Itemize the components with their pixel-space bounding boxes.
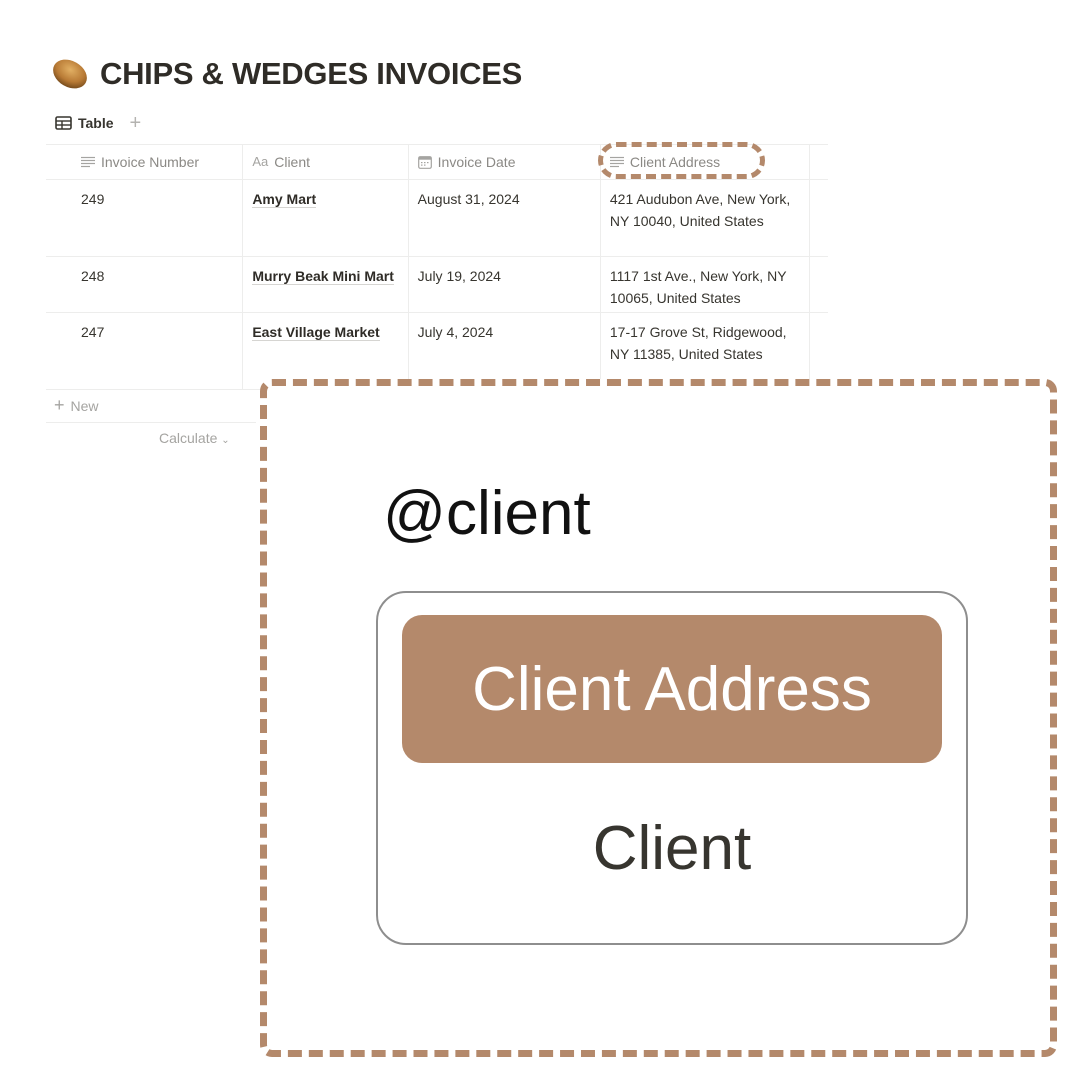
cell-overflow <box>810 313 828 389</box>
page-title: CHIPS & WEDGES INVOICES <box>100 56 522 91</box>
cell-client-address[interactable]: 421 Audubon Ave, New York, NY 10040, Uni… <box>601 180 811 256</box>
mention-callout: @client Client Address Client <box>260 379 1057 1057</box>
calculate-dropdown[interactable]: Calculate ⌄ <box>159 430 230 446</box>
suggestion-client-address[interactable]: Client Address <box>402 615 942 763</box>
client-link[interactable]: East Village Market <box>252 324 380 341</box>
mention-input-text[interactable]: @client <box>383 478 591 549</box>
new-row-button[interactable]: + New <box>46 389 256 423</box>
table-header: Invoice Number Aa Client Invoice Date Cl… <box>46 144 828 180</box>
table-row[interactable]: 248 Murry Beak Mini Mart July 19, 2024 1… <box>46 257 828 313</box>
view-bar: Table + <box>55 113 141 133</box>
table-icon <box>55 116 72 130</box>
tab-table-label: Table <box>78 115 114 131</box>
column-header-client-address[interactable]: Client Address <box>601 145 811 179</box>
text-lines-icon <box>81 156 95 168</box>
cell-invoice-date[interactable]: July 4, 2024 <box>409 313 601 389</box>
cell-client-address[interactable]: 17-17 Grove St, Ridgewood, NY 11385, Uni… <box>601 313 811 389</box>
table-row[interactable]: 249 Amy Mart August 31, 2024 421 Audubon… <box>46 180 828 257</box>
cell-invoice-date[interactable]: August 31, 2024 <box>409 180 601 256</box>
column-header-invoice-number[interactable]: Invoice Number <box>46 145 244 179</box>
potato-icon <box>53 59 87 89</box>
suggestion-client[interactable]: Client <box>402 783 942 913</box>
plus-icon: + <box>54 395 65 415</box>
cell-overflow <box>810 257 828 312</box>
column-header-invoice-date[interactable]: Invoice Date <box>409 145 601 179</box>
client-link[interactable]: Murry Beak Mini Mart <box>252 268 394 285</box>
cell-client[interactable]: Murry Beak Mini Mart <box>243 257 409 312</box>
add-view-button[interactable]: + <box>130 113 142 133</box>
cell-invoice-date[interactable]: July 19, 2024 <box>409 257 601 312</box>
cell-client[interactable]: East Village Market <box>243 313 409 389</box>
text-lines-icon <box>609 156 624 168</box>
cell-client-address[interactable]: 1117 1st Ave., New York, NY 10065, Unite… <box>601 257 811 312</box>
calendar-icon <box>417 155 432 169</box>
cell-invoice-number[interactable]: 247 <box>46 313 244 389</box>
tab-table[interactable]: Table <box>55 115 114 131</box>
title-aa-icon: Aa <box>252 154 269 169</box>
page-header: CHIPS & WEDGES INVOICES <box>50 56 522 92</box>
cell-invoice-number[interactable]: 248 <box>46 257 244 312</box>
new-row-label: New <box>70 397 99 414</box>
mention-suggestion-menu: Client Address Client <box>376 591 968 945</box>
cell-invoice-number[interactable]: 249 <box>46 180 244 256</box>
invoices-table: Invoice Number Aa Client Invoice Date Cl… <box>46 144 828 390</box>
column-header-overflow <box>810 145 828 179</box>
client-link[interactable]: Amy Mart <box>252 191 317 208</box>
column-header-client[interactable]: Aa Client <box>243 145 409 179</box>
cell-overflow <box>810 180 828 256</box>
cell-client[interactable]: Amy Mart <box>243 180 409 256</box>
chevron-down-icon: ⌄ <box>221 435 230 446</box>
